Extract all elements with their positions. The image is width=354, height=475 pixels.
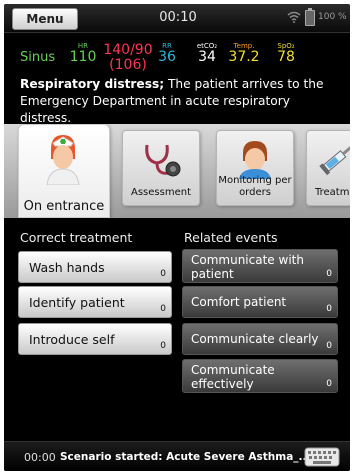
description-heading: Respiratory distress; (20, 77, 165, 91)
wifi-icon (287, 11, 301, 23)
item-count: 0 (326, 304, 332, 314)
hr-vital: HR 110 (68, 42, 98, 65)
category-label: Monitoring per orders (218, 175, 292, 198)
bp-vital: 140/90 (106) (100, 43, 156, 73)
stethoscope-icon (145, 144, 181, 177)
category-label: Assessment (131, 187, 191, 198)
category-monitoring[interactable]: Monitoring per orders (216, 130, 294, 206)
item-count: 0 (160, 269, 166, 279)
battery-percent: 100 % (318, 12, 347, 22)
temp-vital: Temp. 37.2 (226, 42, 262, 65)
related-events-title: Related events (184, 230, 278, 245)
item-label: Communicate effectively (191, 363, 275, 391)
event-communicate-effectively[interactable]: Communicate effectively 0 (182, 359, 338, 393)
spo2-vital: SpO₂ 78 (270, 42, 302, 65)
menu-button[interactable]: Menu (12, 8, 78, 30)
category-treatment[interactable]: Treatm (306, 130, 350, 206)
nurse-icon (46, 135, 80, 185)
treatment-identify-patient[interactable]: Identify patient 0 (18, 286, 172, 318)
vitals-panel: Sinus HR 110 140/90 (106) RR 36 etCO₂ 34… (4, 34, 350, 76)
item-label: Communicate clearly (191, 332, 319, 346)
spo2-value: 78 (277, 49, 295, 65)
category-on-entrance[interactable]: On entrance (18, 124, 110, 218)
log-message: Scenario started: Acute Severe Asthma_..… (60, 451, 311, 463)
category-label: On entrance (23, 199, 105, 214)
category-label: Treatm (315, 187, 350, 198)
rr-value: 36 (158, 49, 176, 65)
item-label: Wash hands (29, 260, 105, 275)
etco2-vital: etCO₂ 34 (190, 42, 224, 65)
app-screen: Menu 00:10 100 % Sinus HR 110 140/90 (10… (4, 4, 350, 471)
item-count: 0 (326, 269, 332, 279)
item-label: Comfort patient (191, 295, 287, 309)
rr-vital: RR 36 (154, 42, 180, 65)
patient-monitoring-icon (239, 141, 271, 179)
event-comfort-patient[interactable]: Comfort patient 0 (182, 286, 338, 318)
bp-mean-value: (106) (109, 57, 147, 73)
item-count: 0 (326, 341, 332, 351)
event-log-bar[interactable]: 00:00 Scenario started: Acute Severe Ast… (4, 441, 350, 471)
log-time: 00:00 (24, 451, 56, 464)
item-label: Introduce self (29, 332, 115, 347)
temp-value: 37.2 (228, 49, 260, 65)
category-strip: On entrance Assessment Monitoring per or… (4, 124, 350, 218)
item-count: 0 (326, 379, 332, 389)
treatment-wash-hands[interactable]: Wash hands 0 (18, 251, 172, 283)
status-bar: Menu 00:10 100 % (4, 4, 350, 33)
syringe-icon (319, 146, 350, 176)
event-communicate-with-patient[interactable]: Communicate with patient 0 (182, 249, 338, 283)
elapsed-clock: 00:10 (159, 10, 197, 25)
item-count: 0 (160, 304, 166, 314)
scenario-description: Respiratory distress; The patient arrive… (20, 76, 340, 127)
battery-icon (305, 8, 315, 26)
rhythm-value: Sinus (20, 50, 56, 65)
treatment-introduce-self[interactable]: Introduce self 0 (18, 323, 172, 355)
category-assessment[interactable]: Assessment (122, 130, 200, 206)
correct-treatment-title: Correct treatment (20, 230, 133, 245)
event-communicate-clearly[interactable]: Communicate clearly 0 (182, 323, 338, 355)
hr-value: 110 (69, 49, 97, 65)
item-label: Identify patient (29, 295, 125, 310)
item-label: Communicate with patient (191, 253, 304, 281)
etco2-value: 34 (198, 49, 216, 65)
bp-value: 140/90 (103, 42, 153, 58)
item-count: 0 (160, 341, 166, 351)
keyboard-icon[interactable] (304, 447, 340, 467)
